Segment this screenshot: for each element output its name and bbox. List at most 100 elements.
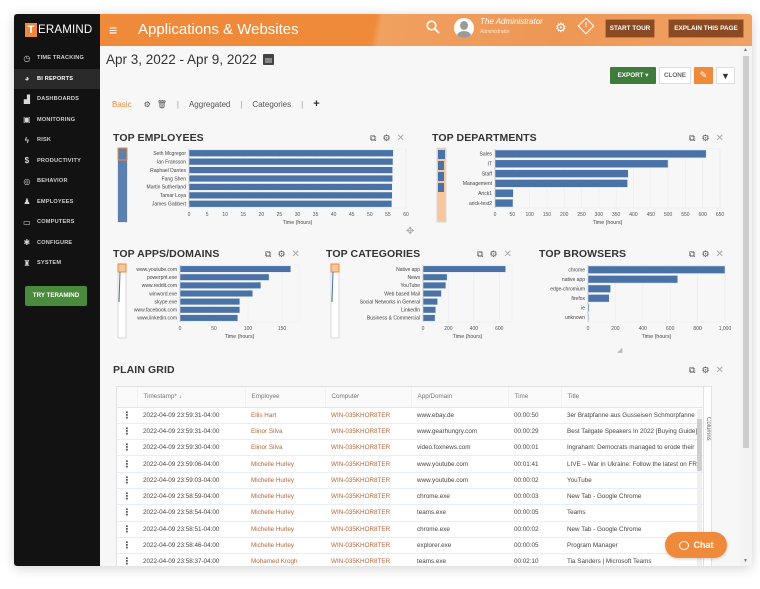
bar[interactable] <box>587 313 590 322</box>
user-avatar[interactable] <box>454 18 474 38</box>
sidebar-item-time-tracking[interactable]: ◷ TIME TRACKING <box>14 48 100 69</box>
gear-icon[interactable]: ⚙ <box>382 133 390 144</box>
bar[interactable] <box>188 166 393 174</box>
grid-header-employee[interactable]: Employee <box>245 387 326 408</box>
bar[interactable] <box>587 294 610 303</box>
tab-basic[interactable]: Basic <box>112 100 132 109</box>
sidebar-item-configure[interactable]: ✱ CONFIGURE <box>14 233 100 254</box>
employee-cell[interactable]: Michelle Hurley <box>245 504 325 522</box>
bar[interactable] <box>422 298 438 306</box>
grid-header-title[interactable]: Title <box>561 387 704 408</box>
copy-icon[interactable]: ⧉ <box>689 249 695 260</box>
overview-selection[interactable] <box>117 263 127 273</box>
bar[interactable] <box>494 198 514 208</box>
computer-cell[interactable]: WIN-035KHOR8TER <box>325 521 411 538</box>
close-icon[interactable]: ✕ <box>504 249 512 260</box>
start-tour-button[interactable]: START TOUR <box>605 19 655 38</box>
bar[interactable] <box>494 169 629 178</box>
employee-cell[interactable]: Elinor Silva <box>245 423 325 441</box>
table-row[interactable]: ⋮ 2022-04-09 23:58:46-04:00 Michelle Hurle… <box>117 537 703 555</box>
bar[interactable] <box>188 183 393 191</box>
row-menu-icon[interactable]: ⋮ <box>117 521 137 538</box>
sidebar-item-employees[interactable]: ♟ EMPLOYEES <box>14 192 100 213</box>
bar[interactable] <box>179 298 241 306</box>
bar[interactable] <box>494 149 707 159</box>
page-scrollbar-thumb[interactable] <box>743 56 749 448</box>
computer-cell[interactable]: WIN-035KHOR8TER <box>325 455 411 473</box>
clone-button[interactable]: CLONE <box>659 67 691 84</box>
computer-cell[interactable]: WIN-035KHOR8TER <box>325 537 411 555</box>
date-range-picker[interactable]: Apr 3, 2022 - Apr 9, 2022 <box>106 52 274 67</box>
sidebar-item-monitoring[interactable]: ▣ MONITORING <box>14 110 100 131</box>
sidebar-item-productivity[interactable]: $ PRODUCTIVITY <box>14 151 100 172</box>
computer-cell[interactable]: WIN-035KHOR8TER <box>325 504 411 522</box>
edit-pencil-button[interactable]: ✎ <box>694 67 713 84</box>
columns-label[interactable]: Columns <box>705 417 711 441</box>
bar[interactable] <box>179 281 262 289</box>
grid-header-app-domain[interactable]: App/Domain <box>411 387 509 408</box>
computer-cell[interactable]: WIN-035KHOR8TER <box>325 407 411 424</box>
bar[interactable] <box>494 159 669 168</box>
copy-icon[interactable]: ⧉ <box>370 133 376 144</box>
hamburger-menu-icon[interactable]: ≡ <box>109 23 117 37</box>
table-row[interactable]: ⋮ 2022-04-09 23:58:37-04:00 Mohamed Krogh W… <box>117 553 703 566</box>
bar[interactable] <box>422 265 506 273</box>
settings-gear-icon[interactable]: ⚙ <box>555 20 567 36</box>
gear-icon[interactable]: ⚙ <box>701 249 709 260</box>
tab-categories[interactable]: Categories <box>252 100 291 109</box>
gear-icon[interactable]: ⚙ <box>701 133 709 144</box>
add-tab-button[interactable]: + <box>313 98 319 110</box>
copy-icon[interactable]: ⧉ <box>689 365 695 376</box>
bar[interactable] <box>587 275 678 284</box>
page-scrollbar[interactable]: ▲ ▼ <box>740 46 752 566</box>
try-teramind-button[interactable]: TRY TERAMIND <box>25 285 87 306</box>
table-row[interactable]: ⋮ 2022-04-09 23:58:59-04:00 Michelle Hurle… <box>117 488 703 506</box>
row-menu-icon[interactable]: ⋮ <box>117 439 137 457</box>
computer-cell[interactable]: WIN-035KHOR8TER <box>325 423 411 441</box>
computer-cell[interactable]: WIN-035KHOR8TER <box>325 472 411 489</box>
filter-button[interactable]: ▼ <box>716 67 735 84</box>
close-icon[interactable]: ✕ <box>716 365 724 376</box>
gear-icon[interactable]: ⚙ <box>701 365 709 376</box>
employee-cell[interactable]: Michelle Hurley <box>245 521 325 538</box>
scroll-down-arrow[interactable]: ▼ <box>743 558 748 564</box>
sidebar-item-risk[interactable]: ϟ RISK <box>14 130 100 151</box>
search-icon[interactable] <box>426 20 440 39</box>
bar[interactable] <box>422 314 436 322</box>
sidebar-item-bi-reports[interactable]: ◕ BI REPORTS <box>14 68 100 89</box>
bar[interactable] <box>179 314 239 322</box>
bar[interactable] <box>188 174 393 183</box>
bar[interactable] <box>422 281 447 289</box>
bar[interactable] <box>422 289 442 298</box>
sidebar-item-computers[interactable]: ▭ COMPUTERS <box>14 212 100 233</box>
overview-selection[interactable] <box>330 263 340 273</box>
resize-handle-icon[interactable]: ◢ <box>617 346 622 354</box>
bar[interactable] <box>494 179 628 188</box>
bar[interactable] <box>188 200 393 208</box>
row-menu-icon[interactable]: ⋮ <box>117 455 137 473</box>
table-row[interactable]: ⋮ 2022-04-09 23:59:31-04:00 Elinor Silva WI… <box>117 423 703 441</box>
table-row[interactable]: ⋮ 2022-04-09 23:59:30-04:00 Elinor Silva WI… <box>117 439 703 457</box>
bar[interactable] <box>179 273 270 281</box>
calendar-icon[interactable] <box>262 54 274 65</box>
bar[interactable] <box>422 306 436 314</box>
grid-header-computer[interactable]: Computer <box>325 387 412 408</box>
employee-cell[interactable]: Mohamed Krogh <box>245 553 325 566</box>
copy-icon[interactable]: ⧉ <box>477 249 483 260</box>
row-menu-icon[interactable]: ⋮ <box>117 407 137 424</box>
scroll-up-arrow[interactable]: ▲ <box>743 47 748 53</box>
close-icon[interactable]: ✕ <box>716 133 724 144</box>
row-menu-icon[interactable]: ⋮ <box>117 488 137 506</box>
row-menu-icon[interactable]: ⋮ <box>117 504 137 522</box>
copy-icon[interactable]: ⧉ <box>265 249 271 260</box>
table-row[interactable]: ⋮ 2022-04-09 23:59:31-04:00 Ellis Hart WIN-… <box>117 407 703 424</box>
bar[interactable] <box>188 149 394 157</box>
teramind-logo[interactable]: T ERAMIND <box>14 14 100 46</box>
grid-header-time[interactable]: Time <box>508 387 562 408</box>
employee-cell[interactable]: Michelle Hurley <box>245 537 325 555</box>
gear-icon[interactable]: ⚙ <box>489 249 497 260</box>
computer-cell[interactable]: WIN-035KHOR8TER <box>325 439 411 457</box>
row-menu-icon[interactable]: ⋮ <box>117 423 137 441</box>
computer-cell[interactable]: WIN-035KHOR8TER <box>325 553 411 566</box>
bar[interactable] <box>587 284 611 293</box>
